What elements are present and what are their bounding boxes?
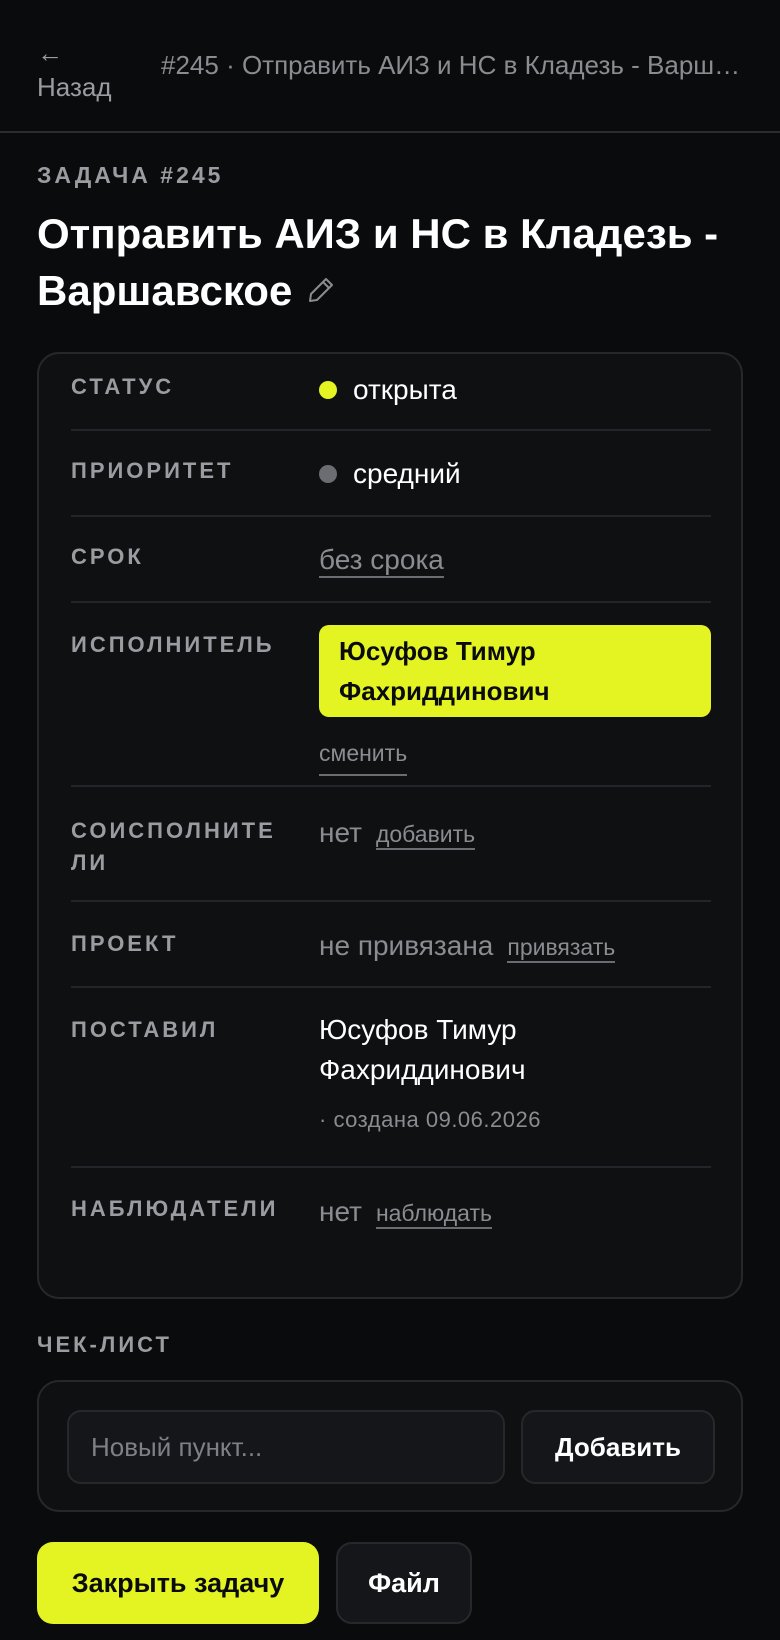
status-label: СТАТУС [71, 374, 175, 399]
author-value: Юсуфов Тимур Фахриддинович · создана 09.… [319, 1010, 711, 1140]
pencil-icon[interactable] [306, 262, 336, 319]
priority-row: ПРИОРИТЕТ средний [71, 433, 711, 517]
link-project-link[interactable]: привязать [507, 934, 616, 963]
breadcrumb: #245 · Отправить АИЗ и НС в Кладезь - Ва… [161, 50, 751, 80]
watchers-text: нет [319, 1196, 362, 1227]
change-assignee-link[interactable]: сменить [319, 733, 408, 776]
back-label: Назад [37, 72, 112, 102]
project-value: не привязана привязать [319, 926, 711, 967]
assignee-value: Юсуфов Тимур Фахриддинович сменить [319, 625, 711, 776]
coassignees-row: СОИСПОЛНИТЕ ЛИ нет добавить [71, 789, 711, 902]
due-value[interactable]: без срока [319, 540, 711, 580]
author-name: Юсуфов Тимур Фахриддинович [319, 1014, 526, 1085]
back-button[interactable]: ← Назад [37, 38, 112, 106]
watch-link[interactable]: наблюдать [375, 1200, 492, 1229]
coassignees-text: нет [319, 817, 362, 848]
checklist-heading: ЧЕК-ЛИСТ [37, 1332, 172, 1357]
project-label: ПРОЕКТ [71, 931, 179, 956]
project-row: ПРОЕКТ не привязана привязать [71, 904, 711, 988]
due-label: СРОК [71, 544, 144, 569]
checklist-card: Добавить [37, 1380, 743, 1512]
watchers-row: НАБЛЮДАТЕЛИ нет наблюдать [71, 1170, 711, 1260]
author-row: ПОСТАВИЛ Юсуфов Тимур Фахриддинович · со… [71, 990, 711, 1168]
author-label: ПОСТАВИЛ [71, 1017, 219, 1042]
priority-dot-icon [319, 464, 337, 483]
task-number: ЗАДАЧА #245 [37, 162, 224, 188]
task-details-card: СТАТУС открыта ПРИОРИТЕТ средний СРОК бе… [37, 352, 743, 1299]
status-row: СТАТУС открыта [71, 354, 711, 431]
close-task-button[interactable]: Закрыть задачу [37, 1542, 319, 1624]
status-value[interactable]: открыта [319, 370, 711, 410]
coassignees-label: СОИСПОЛНИТЕ ЛИ [71, 818, 276, 875]
add-coassignee-link[interactable]: добавить [375, 821, 476, 850]
add-checklist-item-button[interactable]: Добавить [521, 1410, 715, 1484]
status-dot-icon [319, 380, 337, 399]
coassignees-value: нет добавить [319, 813, 711, 854]
priority-text: средний [353, 458, 461, 489]
due-row: СРОК без срока [71, 519, 711, 603]
priority-label: ПРИОРИТЕТ [71, 458, 234, 483]
status-text: открыта [353, 374, 457, 405]
watchers-label: НАБЛЮДАТЕЛИ [71, 1196, 279, 1221]
due-link[interactable]: без срока [319, 544, 444, 578]
priority-value[interactable]: средний [319, 454, 711, 494]
assignee-label: ИСПОЛНИТЕЛЬ [71, 632, 275, 657]
top-bar: ← Назад #245 · Отправить АИЗ и НС в Клад… [0, 0, 780, 133]
task-title: Отправить АИЗ и НС в Кладезь - Варшавско… [37, 210, 719, 314]
watchers-value: нет наблюдать [319, 1192, 711, 1233]
attach-file-button[interactable]: Файл [336, 1542, 472, 1624]
created-date: · создана 09.06.2026 [319, 1107, 541, 1132]
assignee-chip[interactable]: Юсуфов Тимур Фахриддинович [319, 625, 711, 717]
project-text: не привязана [319, 930, 494, 961]
checklist-input[interactable] [67, 1410, 505, 1484]
back-arrow-icon: ← [37, 38, 63, 68]
assignee-row: ИСПОЛНИТЕЛЬ Юсуфов Тимур Фахриддинович с… [71, 605, 711, 787]
page-title: Отправить АИЗ и НС в Кладезь - Варшавско… [37, 205, 747, 319]
